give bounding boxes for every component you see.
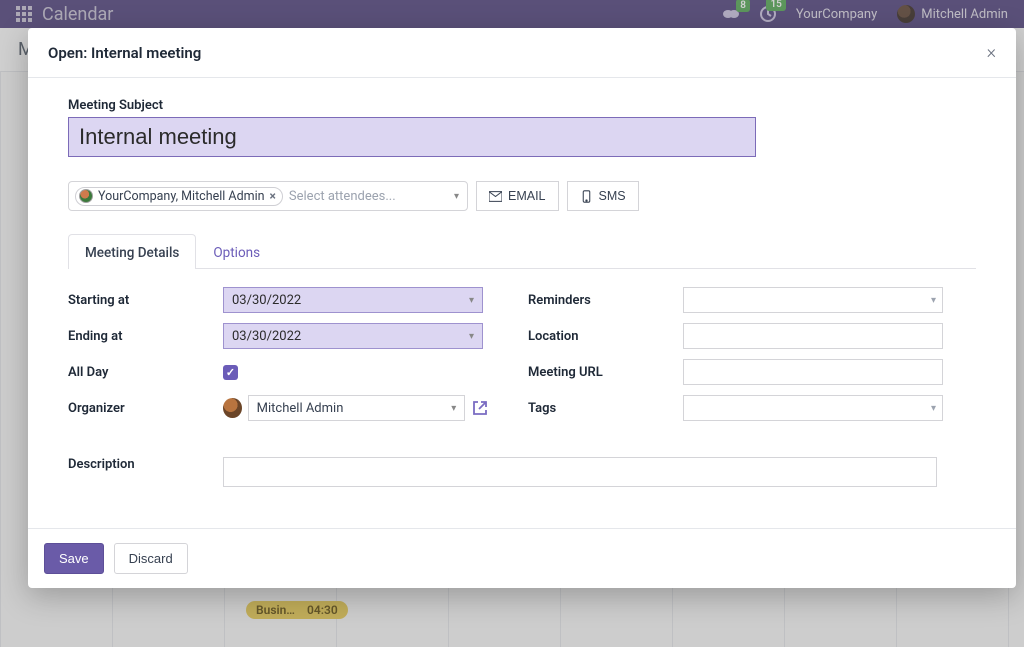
- modal-title: Open: Internal meeting: [48, 44, 201, 62]
- ending-date-input[interactable]: 03/30/2022 ▾: [223, 323, 483, 349]
- email-button-label: EMAIL: [508, 189, 546, 203]
- organizer-select[interactable]: Mitchell Admin ▾: [248, 395, 466, 421]
- meeting-url-input[interactable]: [683, 359, 943, 385]
- chevron-down-icon: ▾: [451, 403, 456, 414]
- allday-checkbox[interactable]: [223, 365, 238, 380]
- chevron-down-icon: ▾: [469, 295, 474, 306]
- tab-options[interactable]: Options: [196, 234, 277, 269]
- remove-attendee-icon[interactable]: ×: [270, 189, 276, 203]
- discard-button[interactable]: Discard: [114, 543, 188, 574]
- sms-button[interactable]: SMS: [567, 181, 639, 211]
- chevron-down-icon[interactable]: ▾: [454, 191, 459, 202]
- modal-footer: Save Discard: [28, 528, 1016, 588]
- tags-label: Tags: [528, 401, 683, 416]
- organizer-value: Mitchell Admin: [257, 401, 344, 416]
- attendee-chip-label: YourCompany, Mitchell Admin: [98, 189, 265, 204]
- tabs: Meeting Details Options: [68, 233, 976, 269]
- save-button[interactable]: Save: [44, 543, 104, 574]
- reminders-label: Reminders: [528, 293, 683, 308]
- tab-meeting-details[interactable]: Meeting Details: [68, 234, 196, 269]
- ending-date-value: 03/30/2022: [232, 329, 301, 344]
- subject-input[interactable]: [68, 117, 756, 157]
- sms-button-label: SMS: [599, 189, 626, 203]
- email-button[interactable]: EMAIL: [476, 181, 559, 211]
- attendees-placeholder: Select attendees...: [289, 189, 396, 204]
- close-icon[interactable]: ×: [987, 42, 996, 63]
- attendee-chip: YourCompany, Mitchell Admin ×: [75, 187, 283, 206]
- ending-label: Ending at: [68, 329, 223, 344]
- attendees-field[interactable]: YourCompany, Mitchell Admin × Select att…: [68, 181, 468, 211]
- subject-label: Meeting Subject: [68, 98, 976, 113]
- chevron-down-icon: ▾: [931, 295, 936, 306]
- organizer-label: Organizer: [68, 401, 223, 416]
- reminders-input[interactable]: ▾: [683, 287, 943, 313]
- url-label: Meeting URL: [528, 365, 683, 380]
- phone-icon: [580, 190, 593, 203]
- location-label: Location: [528, 329, 683, 344]
- starting-label: Starting at: [68, 293, 223, 308]
- location-input[interactable]: [683, 323, 943, 349]
- allday-label: All Day: [68, 365, 223, 380]
- starting-date-input[interactable]: 03/30/2022 ▾: [223, 287, 483, 313]
- tags-input[interactable]: ▾: [683, 395, 943, 421]
- event-edit-modal: Open: Internal meeting × Meeting Subject…: [28, 28, 1016, 588]
- envelope-icon: [489, 190, 502, 203]
- description-label: Description: [68, 457, 223, 472]
- description-input[interactable]: [223, 457, 937, 487]
- chevron-down-icon: ▾: [469, 331, 474, 342]
- external-link-icon[interactable]: [471, 399, 488, 417]
- starting-date-value: 03/30/2022: [232, 293, 301, 308]
- avatar-icon: [79, 189, 93, 203]
- avatar-icon: [223, 398, 242, 418]
- chevron-down-icon: ▾: [931, 403, 936, 414]
- modal-header: Open: Internal meeting ×: [28, 28, 1016, 78]
